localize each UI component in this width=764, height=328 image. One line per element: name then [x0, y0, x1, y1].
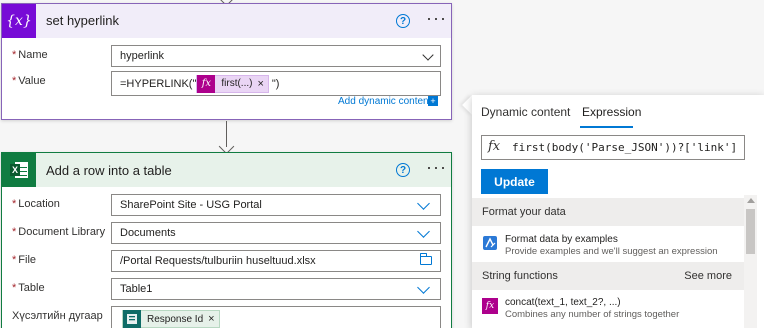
location-label: * Location — [12, 198, 60, 210]
fx-icon: fx — [197, 74, 216, 93]
table-value: Table1 — [120, 283, 153, 295]
file-picker[interactable]: /Portal Requests/tulburiin huseltuud.xls… — [111, 250, 441, 272]
request-number-input[interactable]: Response Id × — [111, 306, 441, 328]
item-description: Combines any number of strings together — [505, 309, 680, 320]
card-header[interactable]: X Add a row into a table ? ··· — [2, 153, 451, 187]
token-label: first(...) — [221, 78, 253, 89]
fx-icon: fx — [488, 139, 501, 154]
fx-icon: fx — [482, 298, 498, 314]
value-input[interactable]: =HYPERLINK(" fx first(...) × ") — [111, 71, 441, 96]
section-string-functions: String functions See more — [472, 262, 744, 290]
update-button[interactable]: Update — [481, 169, 548, 194]
remove-token-icon[interactable]: × — [208, 313, 218, 325]
tab-expression[interactable]: Expression — [582, 105, 641, 119]
file-label: * File — [12, 254, 37, 266]
more-options-icon[interactable]: ··· — [426, 9, 447, 27]
request-number-label: Хүсэлтийн дугаар — [12, 310, 103, 322]
folder-icon[interactable] — [420, 253, 432, 265]
forms-icon — [123, 310, 141, 328]
chevron-down-icon[interactable] — [417, 281, 430, 294]
name-select[interactable]: hyperlink — [111, 45, 441, 67]
see-more-link[interactable]: See more — [684, 270, 732, 282]
remove-token-icon[interactable]: × — [257, 78, 267, 90]
chevron-down-icon[interactable] — [417, 197, 430, 210]
file-value: /Portal Requests/tulburiin huseltuud.xls… — [120, 255, 316, 267]
library-value: Documents — [120, 227, 176, 239]
expression-text[interactable]: first(body('Parse_JSON'))?['link'] — [512, 141, 737, 154]
library-label: * Document Library — [12, 226, 106, 238]
help-icon[interactable]: ? — [396, 163, 410, 177]
section-title: Format your data — [482, 206, 566, 218]
card-header[interactable]: {x} set hyperlink ? ··· — [2, 4, 451, 38]
item-name: concat(text_1, text_2?, ...) — [505, 297, 621, 308]
location-select[interactable]: SharePoint Site - USG Portal — [111, 194, 441, 216]
chevron-down-icon[interactable] — [417, 225, 430, 238]
name-label: * Name — [12, 49, 48, 61]
expression-token[interactable]: fx first(...) × — [196, 74, 269, 93]
add-row-card[interactable]: X Add a row into a table ? ··· * Location… — [1, 152, 452, 328]
card-title[interactable]: Add a row into a table — [46, 163, 172, 178]
concat-function-item[interactable]: fx concat(text_1, text_2?, ...) Combines… — [472, 294, 744, 328]
scrollbar-thumb[interactable] — [746, 209, 755, 254]
excel-icon: X — [2, 153, 36, 187]
section-format-data: Format your data — [472, 198, 744, 226]
variable-icon: {x} — [2, 4, 36, 38]
add-icon[interactable]: + — [428, 96, 438, 106]
item-description: Provide examples and we'll suggest an ex… — [505, 246, 718, 257]
library-select[interactable]: Documents — [111, 222, 441, 244]
value-prefix: =HYPERLINK(" — [120, 77, 197, 90]
add-dynamic-content-link[interactable]: Add dynamic content — [338, 96, 431, 107]
item-name: Format data by examples — [505, 234, 618, 245]
response-id-token[interactable]: Response Id × — [122, 310, 220, 328]
format-examples-icon — [482, 235, 498, 251]
value-suffix: ") — [271, 77, 280, 90]
card-title[interactable]: set hyperlink — [46, 13, 119, 28]
table-select[interactable]: Table1 — [111, 278, 441, 300]
value-label: * Value — [12, 75, 46, 87]
section-title: String functions — [482, 270, 558, 282]
more-options-icon[interactable]: ··· — [426, 158, 447, 176]
name-value: hyperlink — [120, 50, 165, 62]
help-icon[interactable]: ? — [396, 14, 410, 28]
token-label: Response Id — [147, 313, 204, 325]
scroll-up-icon[interactable] — [747, 198, 755, 203]
table-label: * Table — [12, 282, 45, 294]
expression-input[interactable]: fx first(body('Parse_JSON'))?['link'] — [481, 135, 745, 160]
active-tab-indicator — [580, 126, 633, 128]
location-value: SharePoint Site - USG Portal — [120, 199, 262, 211]
chevron-down-icon[interactable] — [422, 49, 434, 61]
tab-dynamic-content[interactable]: Dynamic content — [481, 105, 570, 119]
